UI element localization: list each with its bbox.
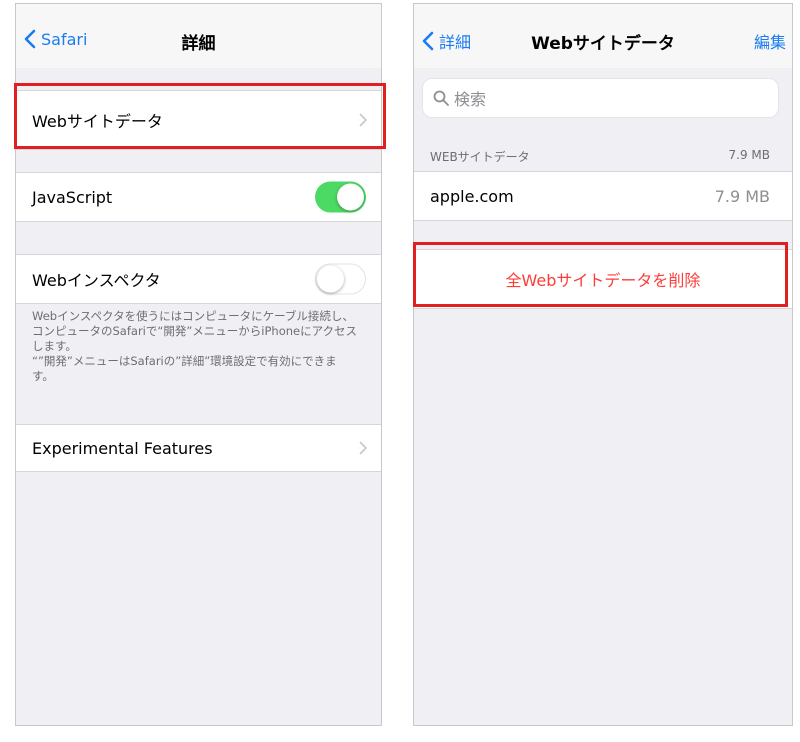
search-input[interactable]: 検索 <box>422 78 779 118</box>
chevron-right-icon <box>359 441 367 455</box>
toggle-knob <box>317 265 344 293</box>
web-inspector-row: Webインスペクタ <box>16 254 381 304</box>
site-domain: apple.com <box>430 186 514 206</box>
footer-line: します。 <box>32 339 77 353</box>
javascript-label: JavaScript <box>32 187 113 207</box>
page-title: 詳細 <box>181 34 216 54</box>
highlight-box <box>14 83 386 149</box>
footer-line: Webインスペクタを使うにはコンピュータにケーブル接続し、 <box>32 309 354 323</box>
footer-line: “”開発”メニューはSafariの”詳細”環境設定で有効にできま <box>32 354 337 368</box>
navigation-bar: 詳細 Webサイトデータ 編集 <box>414 4 792 68</box>
site-row[interactable]: apple.com 7.9 MB <box>414 171 792 221</box>
web-inspector-label: Webインスペクタ <box>32 271 161 290</box>
search-icon <box>433 90 449 106</box>
footer-line: コンピュータのSafariで“開発”メニューからiPhoneにアクセス <box>32 324 358 338</box>
toggle-knob <box>337 183 364 211</box>
section-header-label: WEBサイトデータ <box>430 150 530 164</box>
search-placeholder: 検索 <box>454 90 487 109</box>
experimental-features-row[interactable]: Experimental Features <box>16 424 381 472</box>
edit-button[interactable]: 編集 <box>754 29 786 53</box>
javascript-row: JavaScript <box>16 172 381 222</box>
section-header-total: 7.9 MB <box>728 148 770 162</box>
web-inspector-footer: Webインスペクタを使うにはコンピュータにケーブル接続し、 コンピュータのSaf… <box>32 309 369 384</box>
website-data-screen: 詳細 Webサイトデータ 編集 検索 WEBサイトデータ 7.9 MB appl… <box>413 3 793 726</box>
web-inspector-toggle[interactable] <box>315 263 366 295</box>
highlight-box <box>413 242 788 307</box>
experimental-features-cell[interactable]: Experimental Features <box>32 425 381 471</box>
section-header: WEBサイトデータ 7.9 MB <box>430 148 770 165</box>
navigation-bar: Safari 詳細 <box>16 4 381 68</box>
footer-line: す。 <box>32 369 54 383</box>
page-title: Webサイトデータ <box>531 34 675 54</box>
site-size: 7.9 MB <box>714 187 770 206</box>
experimental-features-label: Experimental Features <box>32 438 213 458</box>
javascript-toggle[interactable] <box>315 181 366 213</box>
